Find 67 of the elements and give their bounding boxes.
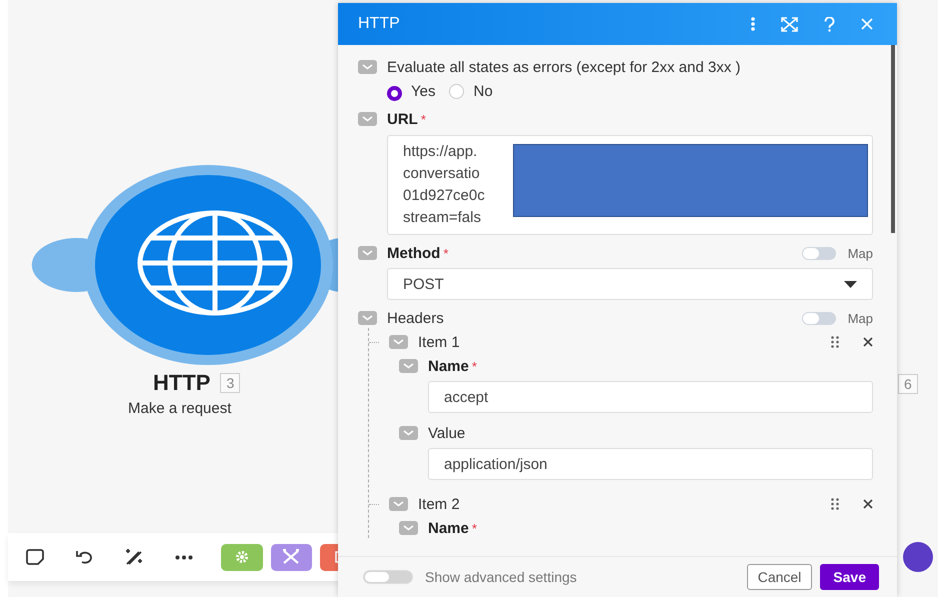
collapse-icon[interactable] — [358, 112, 377, 126]
collapse-icon[interactable] — [399, 426, 418, 440]
tools-icon — [282, 549, 300, 565]
globe-icon — [138, 210, 292, 316]
field-label: Name — [428, 358, 469, 374]
remove-icon[interactable] — [863, 337, 873, 347]
field-label: Evaluate all states as errors (except for 2xx and 3xx ) — [387, 58, 740, 76]
advanced-settings-toggle[interactable] — [363, 570, 413, 584]
map-label: Map — [848, 246, 873, 260]
connector-handle[interactable] — [32, 238, 87, 292]
url-text: stream=fals — [403, 208, 482, 228]
url-text: 01d927ce0c — [403, 186, 486, 206]
collapse-icon[interactable] — [358, 246, 377, 260]
field-label: URL — [387, 110, 418, 128]
node-title: HTTP — [153, 370, 210, 396]
collapse-icon[interactable] — [389, 335, 408, 349]
field-label: Method — [387, 244, 440, 262]
radio-label: Yes — [411, 82, 436, 100]
gear-button[interactable] — [220, 544, 262, 570]
node-number: 6 — [898, 374, 918, 394]
cancel-button[interactable]: Cancel — [746, 564, 812, 590]
expand-icon[interactable] — [781, 16, 798, 32]
panel-title: HTTP — [358, 15, 400, 33]
required-mark: * — [420, 112, 426, 126]
help-icon[interactable] — [824, 16, 835, 32]
undo-icon — [76, 549, 94, 565]
url-text: https://app. — [403, 142, 478, 162]
collapse-icon[interactable] — [399, 521, 418, 535]
field-label: Name — [428, 520, 469, 536]
field-label: Headers — [387, 310, 444, 326]
collapse-icon[interactable] — [358, 60, 377, 74]
field-label: Value — [428, 424, 466, 442]
radio-label: No — [473, 82, 493, 100]
map-toggle[interactable] — [802, 246, 836, 260]
close-icon[interactable] — [861, 18, 873, 30]
text-field[interactable]: accept — [428, 381, 873, 413]
method-dropdown[interactable]: POST — [387, 268, 873, 300]
save-button[interactable]: Save — [820, 564, 879, 590]
node-edge[interactable] — [903, 542, 933, 572]
collapse-icon[interactable] — [399, 359, 418, 373]
map-toggle[interactable] — [802, 312, 836, 324]
map-label: Map — [848, 310, 873, 326]
required-mark: * — [443, 246, 448, 260]
required-mark: * — [472, 358, 477, 374]
tools-button[interactable] — [270, 544, 312, 570]
caret-icon — [844, 280, 857, 288]
item-title: Item 1 — [418, 334, 461, 350]
url-text: conversatio — [403, 164, 481, 184]
more-icon — [174, 554, 193, 560]
node-subtitle: Make a request — [128, 400, 232, 417]
node-number: 3 — [220, 373, 240, 393]
dropdown-value: POST — [403, 276, 444, 292]
drag-handle-icon[interactable] — [831, 336, 839, 348]
drag-handle-icon[interactable] — [831, 498, 839, 510]
gear-icon — [234, 550, 249, 564]
collapse-icon[interactable] — [389, 497, 408, 511]
more-icon[interactable] — [751, 17, 755, 31]
required-mark: * — [472, 520, 477, 536]
url-field[interactable]: https://app. conversatio 01d927ce0c stream=fals — [387, 135, 873, 235]
radio-button[interactable] — [387, 86, 402, 101]
item-title: Item 2 — [418, 496, 461, 512]
text-field[interactable]: application/json — [428, 448, 873, 480]
note-icon — [26, 549, 44, 565]
remove-icon[interactable] — [863, 499, 873, 509]
magic-wand-icon — [124, 548, 144, 566]
collapse-icon[interactable] — [358, 311, 377, 325]
toggle-label: Show advanced settings — [425, 569, 577, 585]
